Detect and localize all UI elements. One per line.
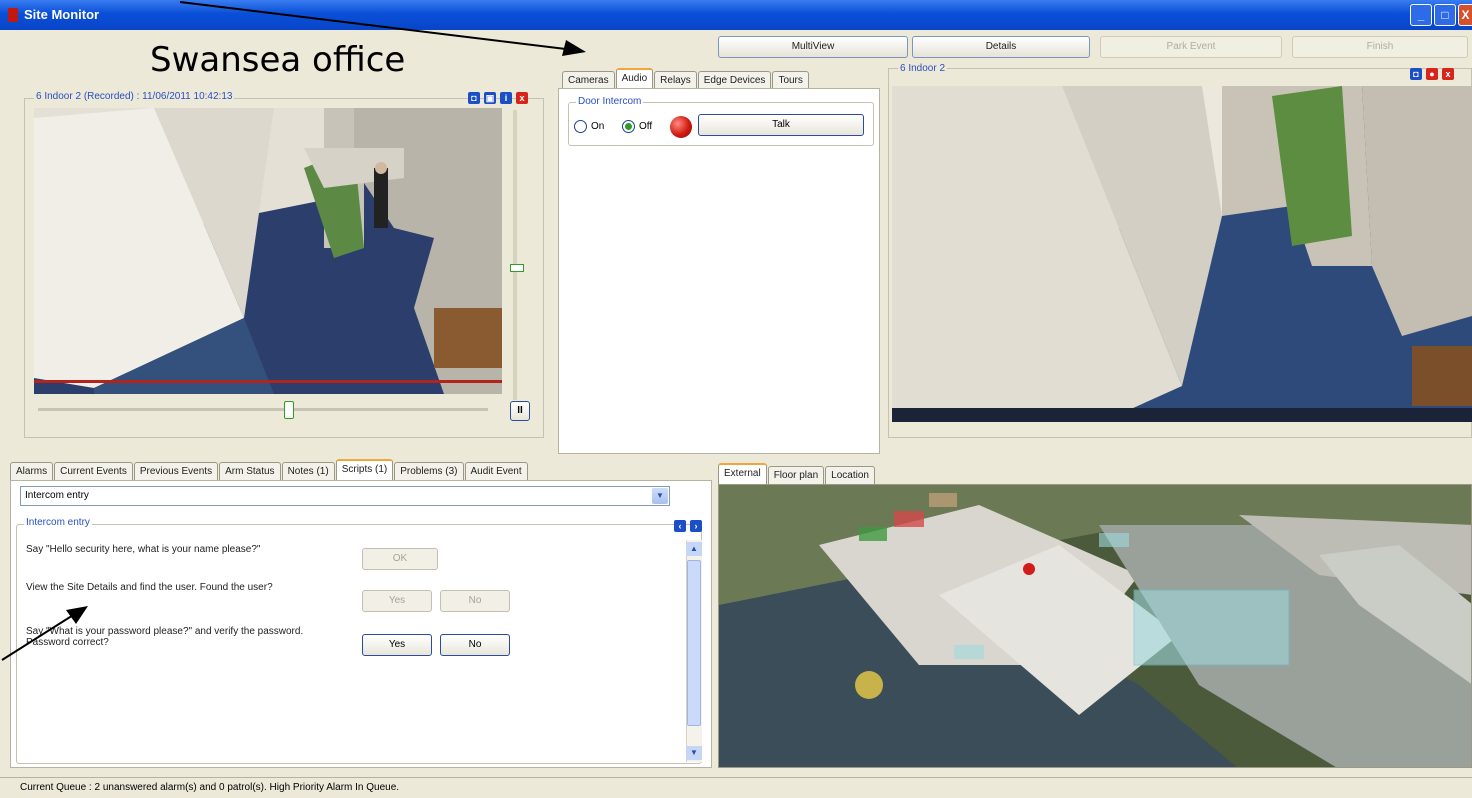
arrow-head-top	[562, 40, 586, 56]
arrow-line-top	[179, 1, 575, 51]
status-bar: Current Queue : 2 unanswered alarm(s) an…	[0, 777, 1472, 797]
annotation-arrows	[1, 1, 586, 661]
arrow-head-bottom	[66, 606, 88, 624]
arrow-line-bottom	[1, 611, 79, 661]
